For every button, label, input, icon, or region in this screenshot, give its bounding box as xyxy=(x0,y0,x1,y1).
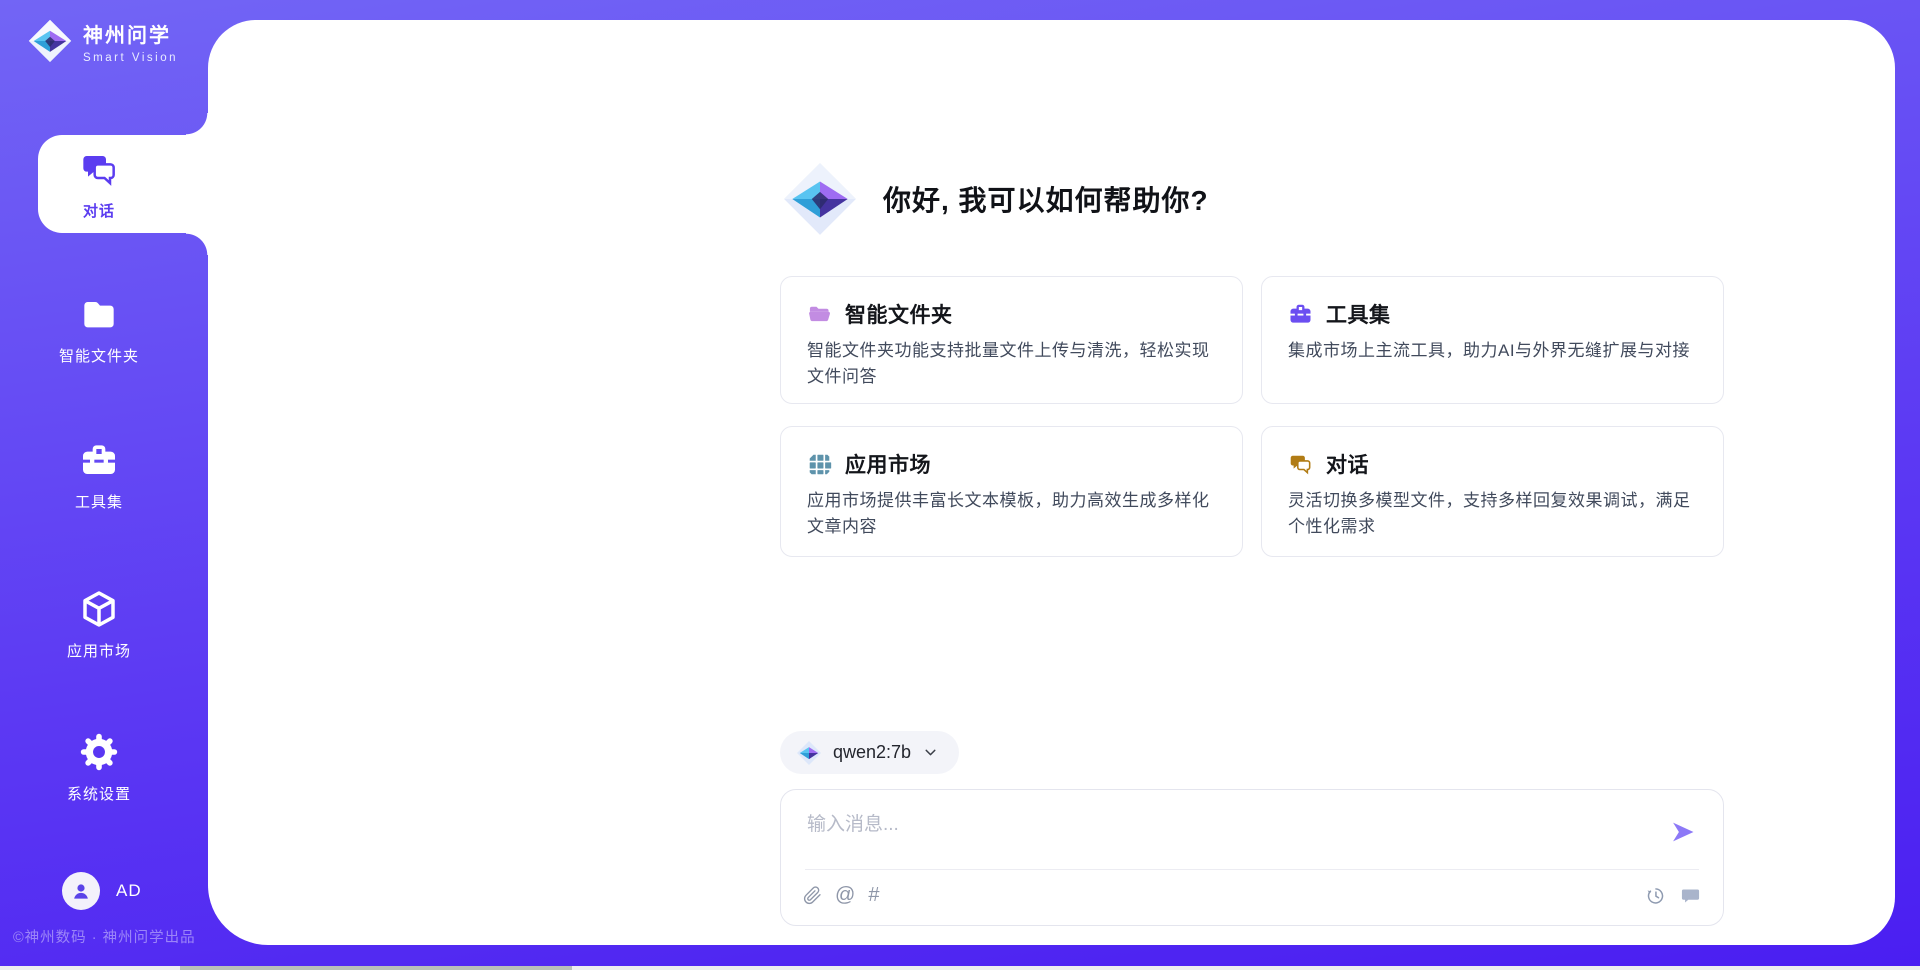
sidebar-item-app-market[interactable]: 应用市场 xyxy=(0,588,198,661)
model-name: qwen2:7b xyxy=(833,742,911,763)
message-composer: @ # xyxy=(780,789,1724,926)
main-content-panel: 你好, 我可以如何帮助你? 智能文件夹 智能文件夹功能支持批量文件上传与清洗，轻… xyxy=(208,20,1895,945)
sidebar-item-label: 智能文件夹 xyxy=(0,345,198,366)
grid-icon xyxy=(807,452,832,477)
cube-icon xyxy=(79,588,119,630)
composer-toolbar: @ # xyxy=(803,885,879,905)
sidebar-item-chat[interactable]: 对话 xyxy=(0,150,198,221)
sidebar-item-label: 应用市场 xyxy=(0,640,198,661)
paperclip-icon[interactable] xyxy=(803,886,822,905)
card-title: 工具集 xyxy=(1326,299,1391,329)
sidebar-item-label: 对话 xyxy=(0,200,198,221)
card-description: 应用市场提供丰富长文本模板，助力高效生成多样化文章内容 xyxy=(807,488,1216,539)
card-description: 灵活切换多模型文件，支持多样回复效果调试，满足个性化需求 xyxy=(1288,488,1697,539)
message-input[interactable] xyxy=(807,810,1627,840)
card-toolset[interactable]: 工具集 集成市场上主流工具，助力AI与外界无缝扩展与对接 xyxy=(1261,276,1724,404)
composer-divider xyxy=(805,869,1699,870)
brand-subtitle: Smart Vision xyxy=(83,52,178,64)
briefcase-icon xyxy=(78,441,120,481)
diamond-logo-icon xyxy=(781,160,859,238)
chevron-down-icon xyxy=(922,744,939,761)
card-title: 应用市场 xyxy=(845,449,931,479)
history-icon[interactable] xyxy=(1645,885,1666,906)
chat-icon xyxy=(1288,452,1313,477)
greeting-row: 你好, 我可以如何帮助你? xyxy=(781,160,1209,238)
horizontal-scrollbar[interactable] xyxy=(0,966,1920,970)
gear-icon xyxy=(78,731,120,773)
sidebar-item-toolset[interactable]: 工具集 xyxy=(0,441,198,512)
send-icon[interactable] xyxy=(1669,818,1697,846)
card-title: 智能文件夹 xyxy=(845,299,953,329)
scrollbar-thumb[interactable] xyxy=(180,966,572,970)
sidebar-item-label: 工具集 xyxy=(0,491,198,512)
card-description: 集成市场上主流工具，助力AI与外界无缝扩展与对接 xyxy=(1288,338,1697,364)
user-name: AD xyxy=(116,881,142,901)
tab-fillet-bottom xyxy=(186,233,208,255)
hash-icon[interactable]: # xyxy=(868,885,879,905)
sidebar: 神州问学 Smart Vision 对话 智能文件夹 xyxy=(0,0,208,970)
avatar xyxy=(62,872,100,910)
model-selector[interactable]: qwen2:7b xyxy=(780,731,959,774)
composer-right-icons xyxy=(1645,885,1701,906)
comment-icon[interactable] xyxy=(1680,885,1701,906)
sidebar-item-smart-folder[interactable]: 智能文件夹 xyxy=(0,295,198,366)
diamond-logo-icon xyxy=(796,740,822,766)
folder-icon xyxy=(78,295,120,335)
sidebar-item-settings[interactable]: 系统设置 xyxy=(0,731,198,804)
card-chat[interactable]: 对话 灵活切换多模型文件，支持多样回复效果调试，满足个性化需求 xyxy=(1261,426,1724,557)
diamond-logo-icon xyxy=(27,18,73,64)
user-profile[interactable]: AD xyxy=(62,872,142,910)
mention-icon[interactable]: @ xyxy=(835,885,855,905)
brand: 神州问学 Smart Vision xyxy=(27,18,178,64)
card-title: 对话 xyxy=(1326,449,1369,479)
card-smart-folder[interactable]: 智能文件夹 智能文件夹功能支持批量文件上传与清洗，轻松实现文件问答 xyxy=(780,276,1243,404)
user-avatar-icon xyxy=(69,879,93,903)
chat-icon xyxy=(79,150,119,190)
brand-name: 神州问学 xyxy=(83,19,178,48)
card-app-market[interactable]: 应用市场 应用市场提供丰富长文本模板，助力高效生成多样化文章内容 xyxy=(780,426,1243,557)
card-description: 智能文件夹功能支持批量文件上传与清洗，轻松实现文件问答 xyxy=(807,338,1216,389)
feature-cards: 智能文件夹 智能文件夹功能支持批量文件上传与清洗，轻松实现文件问答 xyxy=(780,276,1724,557)
sidebar-item-label: 系统设置 xyxy=(0,783,198,804)
briefcase-icon xyxy=(1288,302,1313,327)
tab-fillet-top xyxy=(186,113,208,135)
copyright-note: ©神州数码 · 神州问学出品 xyxy=(13,926,196,947)
folder-open-icon xyxy=(807,302,832,327)
greeting-title: 你好, 我可以如何帮助你? xyxy=(883,179,1209,219)
